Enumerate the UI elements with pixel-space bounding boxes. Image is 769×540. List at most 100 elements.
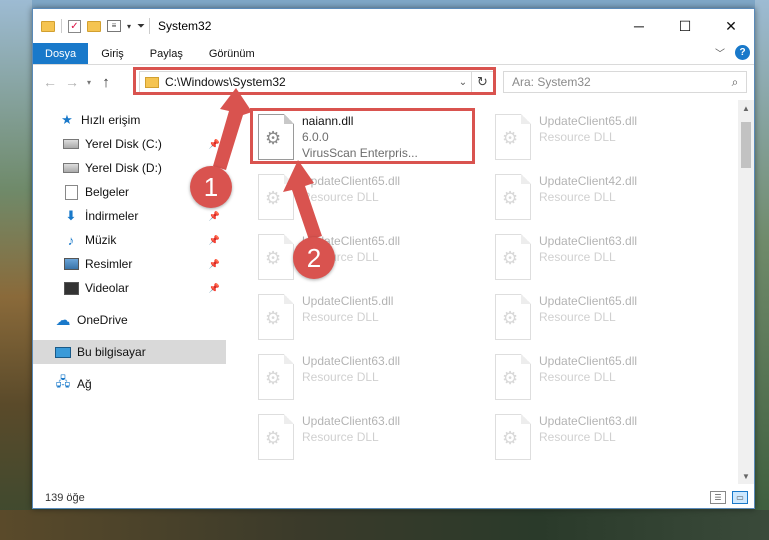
pin-icon[interactable]: 📌: [209, 235, 220, 246]
sidebar-item-label: OneDrive: [77, 313, 128, 327]
scroll-thumb[interactable]: [741, 122, 751, 168]
scroll-up-icon[interactable]: ▲: [738, 100, 754, 116]
dll-file-icon: ⚙: [495, 294, 531, 340]
network-icon: 🖧: [55, 374, 71, 389]
window-controls: ─ ☐ ✕: [616, 9, 754, 43]
file-item[interactable]: ⚙ UpdateClient42.dll Resource DLL: [489, 170, 719, 226]
file-item[interactable]: ⚙ UpdateClient63.dll Resource DLL: [252, 410, 482, 466]
details-view-icon[interactable]: ☰: [710, 491, 726, 504]
file-item[interactable]: ⚙ UpdateClient63.dll Resource DLL: [489, 230, 719, 286]
pin-icon[interactable]: 📌: [209, 211, 220, 222]
sidebar-item-videos[interactable]: Videolar 📌: [33, 276, 226, 300]
chevron-down-icon[interactable]: ⌄: [455, 77, 471, 88]
desktop-background-right: [755, 0, 769, 540]
file-name: UpdateClient42.dll: [539, 174, 638, 188]
ribbon-tabs: Dosya Giriş Paylaş Görünüm ﹀ ?: [33, 43, 754, 65]
expand-ribbon-icon[interactable]: ﹀: [715, 45, 725, 60]
file-name: UpdateClient5.dll: [302, 294, 394, 308]
window-title: System32: [158, 19, 212, 33]
chevron-down-icon[interactable]: ▾: [127, 22, 131, 31]
file-description: Resource DLL: [539, 250, 616, 264]
sidebar-item-music[interactable]: ♪ Müzik 📌: [33, 228, 226, 252]
search-input[interactable]: Ara: System32 ⌕: [503, 71, 747, 93]
minimize-button[interactable]: ─: [616, 9, 662, 43]
address-bar[interactable]: C:\Windows\System32 ⌄ ↻: [139, 71, 494, 93]
back-button[interactable]: ←: [39, 74, 61, 90]
sidebar-item-quick-access[interactable]: ★ Hızlı erişim: [33, 108, 226, 132]
maximize-button[interactable]: ☐: [662, 9, 708, 43]
file-name: naiann.dll: [302, 114, 354, 128]
file-item[interactable]: ⚙ UpdateClient63.dll Resource DLL: [252, 350, 482, 406]
large-icons-view-icon[interactable]: ▭: [732, 491, 748, 504]
file-name: UpdateClient63.dll: [539, 234, 638, 248]
file-item[interactable]: ⚙ UpdateClient63.dll Resource DLL: [489, 410, 719, 466]
file-description: Resource DLL: [302, 190, 379, 204]
tab-share[interactable]: Paylaş: [137, 43, 196, 64]
sidebar-item-onedrive[interactable]: ☁ OneDrive: [33, 308, 226, 332]
file-name: UpdateClient63.dll: [302, 354, 401, 368]
sidebar-item-network[interactable]: 🖧 Ağ: [33, 372, 226, 396]
computer-icon: [55, 344, 71, 360]
file-item[interactable]: ⚙ UpdateClient5.dll Resource DLL: [252, 290, 482, 346]
file-description: Resource DLL: [539, 430, 616, 444]
dll-file-icon: ⚙: [258, 114, 294, 160]
forward-button[interactable]: →: [61, 74, 83, 90]
file-description: Resource DLL: [302, 370, 379, 384]
annotation-badge-1: 1: [190, 166, 232, 208]
sidebar-item-label: Müzik: [85, 233, 117, 247]
up-button[interactable]: ↑: [95, 74, 117, 91]
file-list: ⚙ naiann.dll 6.0.0 VirusScan Enterpris..…: [230, 100, 738, 484]
scroll-down-icon[interactable]: ▼: [738, 468, 754, 484]
sidebar-item-label: Ağ: [77, 377, 92, 391]
file-item[interactable]: ⚙ UpdateClient65.dll Resource DLL: [489, 110, 719, 166]
tab-file[interactable]: Dosya: [33, 43, 89, 64]
new-folder-icon[interactable]: [87, 20, 101, 32]
recent-locations-button[interactable]: ▾: [83, 78, 95, 87]
sidebar-item-downloads[interactable]: ⬇ İndirmeler 📌: [33, 204, 226, 228]
help-icon[interactable]: ?: [735, 45, 750, 60]
status-bar: 139 öğe ☰ ▭: [33, 487, 754, 509]
refresh-icon[interactable]: ↻: [471, 72, 493, 92]
title-bar: ✓ ≡ ▾ ⏷ System32 ─ ☐ ✕: [33, 9, 754, 43]
pictures-icon: [63, 256, 79, 272]
file-item[interactable]: ⚙ UpdateClient65.dll Resource DLL: [252, 170, 482, 226]
sidebar-item-pictures[interactable]: Resimler 📌: [33, 252, 226, 276]
file-description: Resource DLL: [539, 310, 616, 324]
tab-home[interactable]: Giriş: [88, 43, 137, 64]
sidebar-item-label: Yerel Disk (C:): [85, 137, 162, 151]
address-path[interactable]: C:\Windows\System32: [165, 75, 455, 89]
file-name: UpdateClient63.dll: [302, 414, 401, 428]
folder-icon: [41, 20, 55, 32]
file-item-highlighted[interactable]: ⚙ naiann.dll 6.0.0 VirusScan Enterpris..…: [252, 110, 482, 166]
dll-file-icon: ⚙: [258, 174, 294, 220]
documents-icon: [63, 184, 79, 200]
sidebar-item-label: Videolar: [85, 281, 129, 295]
explorer-window: ✓ ≡ ▾ ⏷ System32 ─ ☐ ✕ Dosya Giriş Payla…: [32, 8, 755, 509]
properties-icon[interactable]: ≡: [107, 20, 121, 32]
pin-icon[interactable]: 📌: [209, 259, 220, 270]
sidebar-item-this-pc[interactable]: Bu bilgisayar: [33, 340, 226, 364]
file-item[interactable]: ⚙ UpdateClient65.dll Resource DLL: [252, 230, 482, 286]
dll-file-icon: ⚙: [495, 174, 531, 220]
file-item[interactable]: ⚙ UpdateClient65.dll Resource DLL: [489, 290, 719, 346]
dll-file-icon: ⚙: [495, 414, 531, 460]
sidebar-item-local-disk-c[interactable]: Yerel Disk (C:) 📌: [33, 132, 226, 156]
view-buttons: ☰ ▭: [710, 491, 748, 504]
dll-file-icon: ⚙: [495, 354, 531, 400]
customize-toolbar-icon[interactable]: ⏷: [137, 21, 145, 32]
vertical-scrollbar[interactable]: ▲ ▼: [738, 100, 754, 484]
pin-icon[interactable]: 📌: [209, 139, 220, 150]
sidebar-item-label: İndirmeler: [85, 209, 139, 223]
file-name: UpdateClient65.dll: [539, 114, 638, 128]
tab-view[interactable]: Görünüm: [196, 43, 268, 64]
properties-check-icon[interactable]: ✓: [68, 19, 81, 33]
address-row: ← → ▾ ↑ C:\Windows\System32 ⌄ ↻ Ara: Sys…: [33, 65, 754, 99]
downloads-icon: ⬇: [65, 208, 77, 223]
search-icon[interactable]: ⌕: [724, 75, 746, 90]
file-item[interactable]: ⚙ UpdateClient65.dll Resource DLL: [489, 350, 719, 406]
dll-file-icon: ⚙: [258, 294, 294, 340]
dll-file-icon: ⚙: [258, 414, 294, 460]
pin-icon[interactable]: 📌: [209, 283, 220, 294]
title-divider: [149, 18, 151, 34]
close-button[interactable]: ✕: [708, 9, 754, 43]
